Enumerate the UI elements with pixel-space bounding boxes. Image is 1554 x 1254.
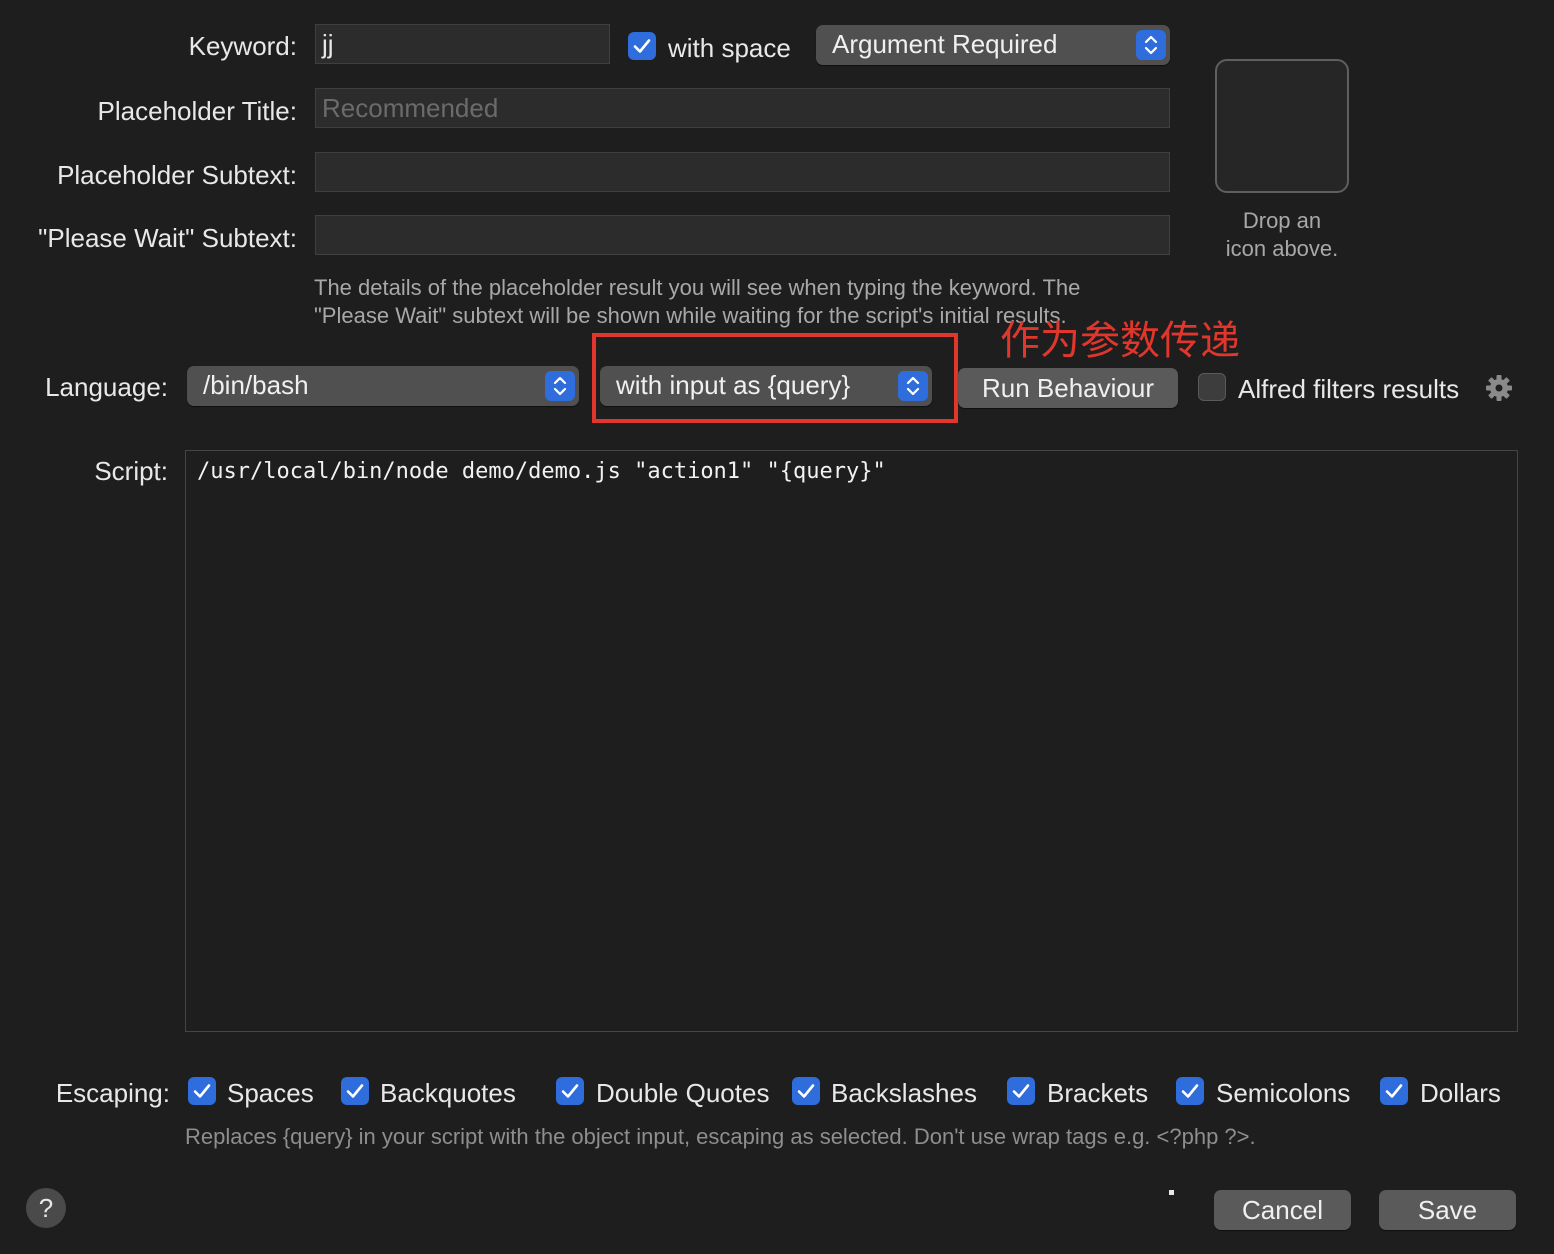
escape-spaces-checkbox[interactable] — [188, 1077, 216, 1105]
escape-double-quotes-label: Double Quotes — [596, 1078, 770, 1108]
checkmark-icon — [633, 39, 651, 53]
language-popup[interactable]: /bin/bash — [187, 366, 579, 406]
language-popup-value: /bin/bash — [203, 370, 309, 400]
escape-semicolons-checkbox[interactable] — [1176, 1077, 1204, 1105]
escape-brackets-label: Brackets — [1047, 1078, 1149, 1108]
help-button[interactable]: ? — [26, 1188, 66, 1228]
keyword-input[interactable]: jj — [315, 24, 610, 64]
checkmark-icon — [797, 1084, 815, 1098]
script-text: /usr/local/bin/node demo/demo.js "action… — [197, 459, 886, 484]
argument-popup[interactable]: Argument Required — [816, 25, 1170, 65]
argument-popup-value: Argument Required — [832, 29, 1058, 59]
annotation-text: 作为参数传递 — [1000, 318, 1240, 364]
escape-double-quotes-checkbox[interactable] — [556, 1077, 584, 1105]
with-space-label: with space — [668, 33, 791, 63]
placeholder-subtext-input[interactable] — [315, 152, 1170, 192]
checkmark-icon — [561, 1084, 579, 1098]
placeholder-title-input[interactable]: Recommended — [315, 88, 1170, 128]
icon-drop-well[interactable] — [1215, 59, 1349, 193]
checkmark-icon — [193, 1084, 211, 1098]
placeholder-help-line2: "Please Wait" subtext will be shown whil… — [314, 303, 1067, 328]
checkmark-icon — [1385, 1084, 1403, 1098]
escaping-help-text: Replaces {query} in your script with the… — [185, 1124, 1256, 1149]
divider-dot — [1169, 1190, 1174, 1195]
escape-backquotes-label: Backquotes — [380, 1078, 516, 1108]
escape-backquotes-checkbox[interactable] — [341, 1077, 369, 1105]
script-editor[interactable]: /usr/local/bin/node demo/demo.js "action… — [185, 450, 1518, 1032]
popup-chevron-icon — [545, 371, 575, 401]
escape-semicolons-label: Semicolons — [1216, 1078, 1351, 1108]
escaping-label: Escaping: — [55, 1078, 170, 1108]
escape-dollars-label: Dollars — [1420, 1078, 1501, 1108]
annotation-highlight-box — [592, 333, 958, 423]
icon-hint-line2: icon above. — [1225, 236, 1339, 261]
gear-icon[interactable] — [1484, 373, 1514, 403]
escape-dollars-checkbox[interactable] — [1380, 1077, 1408, 1105]
cancel-button[interactable]: Cancel — [1214, 1190, 1351, 1230]
checkmark-icon — [1012, 1084, 1030, 1098]
icon-hint-line1: Drop an — [1242, 208, 1322, 233]
with-space-checkbox[interactable] — [628, 32, 656, 60]
run-behaviour-button[interactable]: Run Behaviour — [958, 368, 1178, 408]
language-label: Language: — [45, 372, 168, 402]
escape-backslashes-checkbox[interactable] — [792, 1077, 820, 1105]
keyword-label: Keyword: — [188, 31, 297, 61]
escape-spaces-label: Spaces — [227, 1078, 314, 1108]
placeholder-subtext-label: Placeholder Subtext: — [57, 160, 297, 190]
placeholder-title-label: Placeholder Title: — [97, 96, 297, 126]
placeholder-help-line1: The details of the placeholder result yo… — [314, 275, 1081, 300]
popup-chevron-icon — [1136, 30, 1166, 60]
checkmark-icon — [346, 1084, 364, 1098]
escape-backslashes-label: Backslashes — [831, 1078, 977, 1108]
please-wait-subtext-input[interactable] — [315, 215, 1170, 255]
alfred-filters-checkbox[interactable] — [1198, 373, 1226, 401]
alfred-filters-label: Alfred filters results — [1238, 374, 1460, 404]
checkmark-icon — [1181, 1084, 1199, 1098]
please-wait-subtext-label: "Please Wait" Subtext: — [38, 223, 297, 253]
save-button[interactable]: Save — [1379, 1190, 1516, 1230]
escape-brackets-checkbox[interactable] — [1007, 1077, 1035, 1105]
script-label: Script: — [94, 456, 168, 486]
